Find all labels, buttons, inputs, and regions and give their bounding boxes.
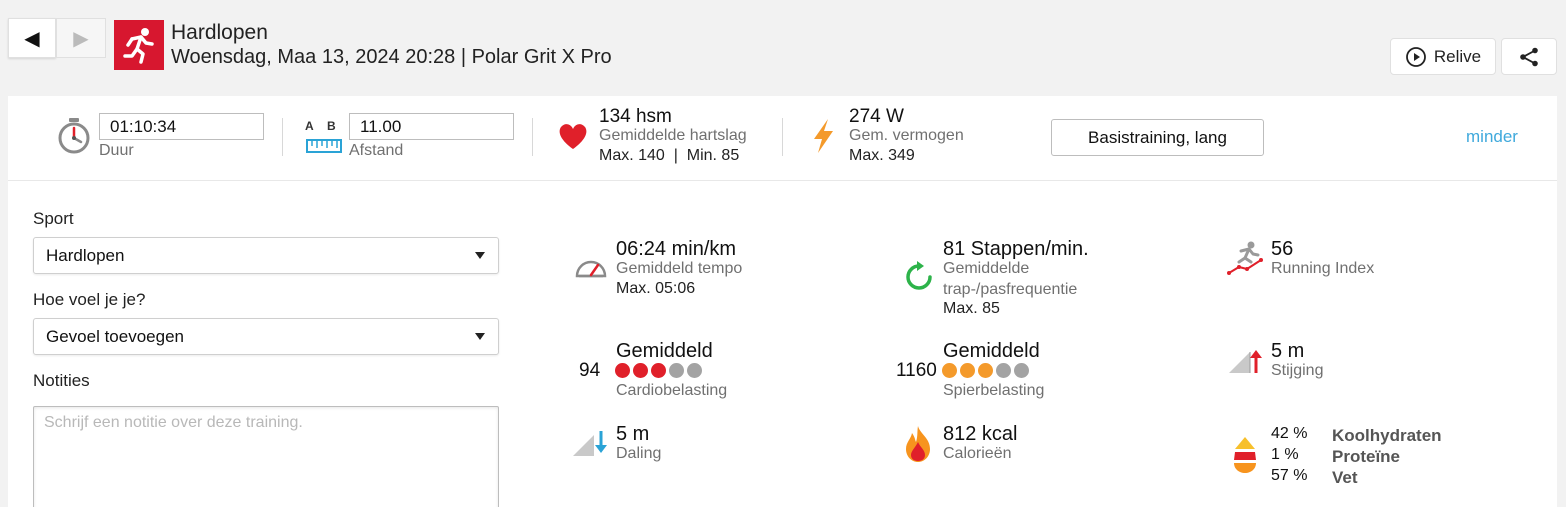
muscle-load-number: 1160 [896,360,937,381]
sport-select-value: Hardlopen [46,245,125,265]
training-type-button[interactable]: Basistraining, lang [1051,119,1264,156]
protein-percent: 1 % [1271,446,1299,463]
distance-label: Afstand [349,142,404,159]
feeling-label: Hoe voel je je? [33,290,146,309]
lightning-icon [814,119,833,153]
relive-label: Relive [1433,46,1482,66]
load-dot-filled [651,363,666,378]
load-dot-empty [1014,363,1029,378]
carbs-label: Koolhydraten [1332,426,1442,445]
power-value: 274 W [849,106,904,127]
fat-percent: 57 % [1271,467,1308,484]
descent-icon [573,431,607,456]
calories-value: 812 kcal [943,423,1018,445]
cadence-max: Max. 85 [943,300,1000,317]
load-dot-empty [996,363,1011,378]
running-index-label: Running Index [1271,260,1375,277]
notes-textarea[interactable] [33,406,499,507]
load-dot-filled [978,363,993,378]
energy-sources-icon [1234,437,1256,473]
share-icon [1520,47,1538,66]
play-circle-icon [1405,46,1426,67]
load-dot-filled [942,363,957,378]
descent-value: 5 m [616,423,650,445]
power-label: Gem. vermogen [849,127,964,144]
heart-icon [559,124,587,149]
chevron-down-icon [475,333,485,340]
pace-label: Gemiddeld tempo [616,260,743,277]
cardio-load-number: 94 [579,360,601,381]
load-dot-filled [633,363,648,378]
muscle-load-label: Spierbelasting [943,382,1045,399]
power-max: Max. 349 [849,147,915,164]
ascent-icon [1229,350,1262,373]
muscle-load-dots [942,363,1029,378]
page-title: Hardlopen [171,21,268,44]
divider [532,118,533,156]
flame-icon [906,426,930,462]
divider [282,118,283,156]
duration-label: Duur [99,142,134,159]
load-dot-empty [669,363,684,378]
feeling-select[interactable]: Gevoel toevoegen [33,318,499,355]
load-dot-filled [960,363,975,378]
fat-label: Vet [1332,468,1358,487]
ascent-value: 5 m [1271,340,1305,362]
protein-label: Proteïne [1332,447,1401,466]
cadence-icon [906,261,932,290]
divider [782,118,783,156]
notes-label: Notities [33,371,90,390]
distance-b-label: B [327,119,336,133]
stopwatch-icon [58,118,90,154]
cardio-load-value: Gemiddeld [616,340,713,362]
forward-button[interactable]: ▶ [56,18,106,58]
calories-label: Calorieën [943,445,1012,462]
load-dot-empty [687,363,702,378]
share-button[interactable] [1501,38,1557,75]
ascent-label: Stijging [1271,362,1324,379]
heart-rate-separator: | [673,147,678,164]
sport-select[interactable]: Hardlopen [33,237,499,274]
relive-button[interactable]: Relive [1390,38,1496,75]
muscle-load-value: Gemiddeld [943,340,1040,362]
forward-arrow-icon: ▶ [73,27,89,50]
pace-value: 06:24 min/km [616,238,737,260]
cardio-load-dots [615,363,702,378]
heart-rate-range: Max. 140 | Min. 85 [599,147,739,165]
carbs-percent: 42 % [1271,425,1308,442]
running-index-icon [1227,241,1263,275]
speedometer-icon [575,260,607,278]
pace-max: Max. 05:06 [616,280,696,297]
cadence-value: 81 Stappen/min. [943,238,1089,260]
heart-rate-max: Max. 140 [599,147,665,164]
ruler-icon [306,139,342,153]
back-button[interactable]: ◀ [8,18,56,58]
heart-rate-label: Gemiddelde hartslag [599,127,747,144]
cadence-label-1: Gemiddelde [943,260,1030,277]
load-dot-filled [615,363,630,378]
running-icon [114,20,164,70]
back-arrow-icon: ◀ [24,27,40,50]
chevron-down-icon [475,252,485,259]
feeling-select-value: Gevoel toevoegen [46,326,184,346]
distance-ab-label: A B [305,119,336,133]
heart-rate-min: Min. 85 [686,147,740,164]
duration-field[interactable]: 01:10:34 [99,113,264,140]
cadence-label-2: trap-/pasfrequentie [943,281,1078,298]
session-subtitle: Woensdag, Maa 13, 2024 20:28 | Polar Gri… [171,46,612,68]
sport-label: Sport [33,209,74,228]
descent-label: Daling [616,445,662,462]
distance-a-label: A [305,119,314,133]
less-link[interactable]: minder [1466,127,1518,147]
distance-field[interactable]: 11.00 [349,113,514,140]
running-index-value: 56 [1271,238,1294,260]
heart-rate-value: 134 hsm [599,106,672,127]
cardio-load-label: Cardiobelasting [616,382,728,399]
